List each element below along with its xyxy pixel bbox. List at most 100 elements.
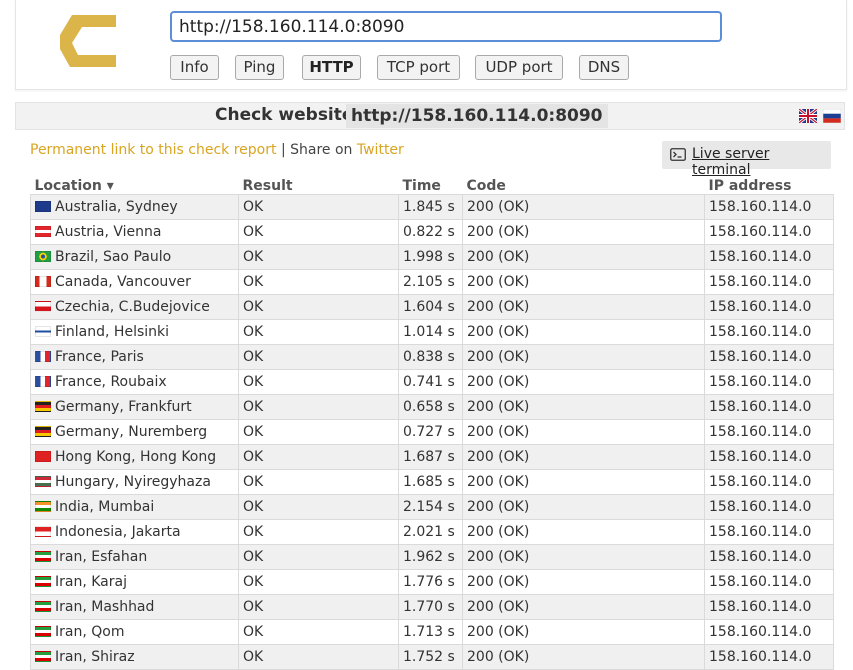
result-cell: OK — [238, 319, 399, 345]
location-cell: Iran, Karaj — [30, 569, 239, 595]
location-label: Hong Kong, Hong Kong — [55, 449, 217, 465]
country-flag-icon — [35, 375, 51, 387]
location-label: Iran, Esfahan — [55, 549, 148, 565]
code-cell: 200 (OK) — [462, 619, 705, 645]
country-flag-icon — [35, 400, 51, 412]
ip-cell: 158.160.114.0 — [704, 269, 834, 295]
location-cell: Hong Kong, Hong Kong — [30, 444, 239, 470]
ping-button[interactable]: Ping — [235, 55, 284, 80]
permanent-link[interactable]: Permanent link to this check report — [30, 142, 277, 158]
http-button[interactable]: HTTP — [302, 55, 361, 80]
location-cell: Finland, Helsinki — [30, 319, 239, 345]
result-cell: OK — [238, 519, 399, 545]
ip-cell: 158.160.114.0 — [704, 444, 834, 470]
country-flag-icon — [35, 650, 51, 662]
location-cell: France, Paris — [30, 344, 239, 370]
ip-cell: 158.160.114.0 — [704, 369, 834, 395]
uk-flag-icon[interactable] — [799, 109, 817, 123]
separator: | — [280, 142, 286, 158]
location-label: Iran, Karaj — [55, 574, 127, 590]
ip-cell: 158.160.114.0 — [704, 619, 834, 645]
code-cell: 200 (OK) — [462, 444, 705, 470]
ip-cell: 158.160.114.0 — [704, 394, 834, 420]
result-cell: OK — [238, 569, 399, 595]
table-row: Austria, Vienna OK 0.822 s 200 (OK) 158.160.… — [30, 219, 834, 245]
code-cell: 200 (OK) — [462, 469, 705, 495]
twitter-link[interactable]: Twitter — [357, 142, 404, 158]
tcp-port-button[interactable]: TCP port — [377, 55, 460, 80]
code-cell: 200 (OK) — [462, 194, 705, 220]
location-label: France, Paris — [55, 349, 144, 365]
time-cell: 1.776 s — [398, 569, 463, 595]
table-row: Iran, Esfahan OK 1.962 s 200 (OK) 158.160.11… — [30, 544, 834, 570]
time-cell: 2.154 s — [398, 494, 463, 520]
location-column-header[interactable]: Location ▾ — [31, 173, 239, 195]
time-cell: 0.838 s — [398, 344, 463, 370]
country-flag-icon — [35, 275, 51, 287]
header-panel: Info Ping HTTP TCP port UDP port DNS — [15, 0, 847, 90]
country-flag-icon — [35, 600, 51, 612]
ip-cell: 158.160.114.0 — [704, 294, 834, 320]
time-cell: 1.962 s — [398, 544, 463, 570]
location-cell: Germany, Frankfurt — [30, 394, 239, 420]
live-terminal-button[interactable]: Live server terminal — [662, 141, 831, 178]
country-flag-icon — [35, 250, 51, 262]
location-cell: Germany, Nuremberg — [30, 419, 239, 445]
time-cell: 1.014 s — [398, 319, 463, 345]
ip-cell: 158.160.114.0 — [704, 344, 834, 370]
code-cell: 200 (OK) — [462, 594, 705, 620]
time-cell: 1.770 s — [398, 594, 463, 620]
location-label: Germany, Nuremberg — [55, 424, 208, 440]
code-cell: 200 (OK) — [462, 394, 705, 420]
table-row: Iran, Karaj OK 1.776 s 200 (OK) 158.160.114.… — [30, 569, 834, 595]
country-flag-icon — [35, 350, 51, 362]
table-row: India, Mumbai OK 2.154 s 200 (OK) 158.160.11… — [30, 494, 834, 520]
ip-cell: 158.160.114.0 — [704, 594, 834, 620]
check-host-logo-icon[interactable] — [58, 13, 120, 69]
code-cell: 200 (OK) — [462, 294, 705, 320]
ip-cell: 158.160.114.0 — [704, 244, 834, 270]
location-cell: Canada, Vancouver — [30, 269, 239, 295]
time-cell: 0.741 s — [398, 369, 463, 395]
location-label: Iran, Shiraz — [55, 649, 135, 665]
location-cell: Iran, Esfahan — [30, 544, 239, 570]
dns-button[interactable]: DNS — [579, 55, 629, 80]
result-cell: OK — [238, 444, 399, 470]
code-cell: 200 (OK) — [462, 569, 705, 595]
result-cell: OK — [238, 369, 399, 395]
ip-column-header: IP address — [708, 178, 792, 194]
url-input[interactable] — [170, 11, 722, 42]
time-cell: 2.105 s — [398, 269, 463, 295]
udp-port-button[interactable]: UDP port — [475, 55, 563, 80]
result-cell: OK — [238, 544, 399, 570]
country-flag-icon — [35, 550, 51, 562]
russia-flag-icon[interactable] — [823, 109, 841, 123]
location-label: Germany, Frankfurt — [55, 399, 192, 415]
table-row: Brazil, Sao Paulo OK 1.998 s 200 (OK) 158.16… — [30, 244, 834, 270]
code-cell: 200 (OK) — [462, 519, 705, 545]
country-flag-icon — [35, 200, 51, 212]
info-button[interactable]: Info — [170, 55, 219, 80]
code-cell: 200 (OK) — [462, 544, 705, 570]
code-cell: 200 (OK) — [462, 419, 705, 445]
code-cell: 200 (OK) — [462, 494, 705, 520]
location-cell: France, Roubaix — [30, 369, 239, 395]
ip-cell: 158.160.114.0 — [704, 544, 834, 570]
code-cell: 200 (OK) — [462, 219, 705, 245]
location-label: Hungary, Nyiregyhaza — [55, 474, 211, 490]
time-cell: 0.658 s — [398, 394, 463, 420]
ip-cell: 158.160.114.0 — [704, 519, 834, 545]
ip-cell: 158.160.114.0 — [704, 419, 834, 445]
time-cell: 1.604 s — [398, 294, 463, 320]
table-row: Hong Kong, Hong Kong OK 1.687 s 200 (OK) 158… — [30, 444, 834, 470]
location-cell: Hungary, Nyiregyhaza — [30, 469, 239, 495]
result-cell: OK — [238, 244, 399, 270]
country-flag-icon — [35, 300, 51, 312]
table-row: France, Roubaix OK 0.741 s 200 (OK) 158.160.… — [30, 369, 834, 395]
ip-cell: 158.160.114.0 — [704, 494, 834, 520]
code-column-header: Code — [466, 178, 506, 194]
country-flag-icon — [35, 500, 51, 512]
time-cell: 1.845 s — [398, 194, 463, 220]
table-row: Hungary, Nyiregyhaza OK 1.685 s 200 (OK) 158… — [30, 469, 834, 495]
country-flag-icon — [35, 525, 51, 537]
